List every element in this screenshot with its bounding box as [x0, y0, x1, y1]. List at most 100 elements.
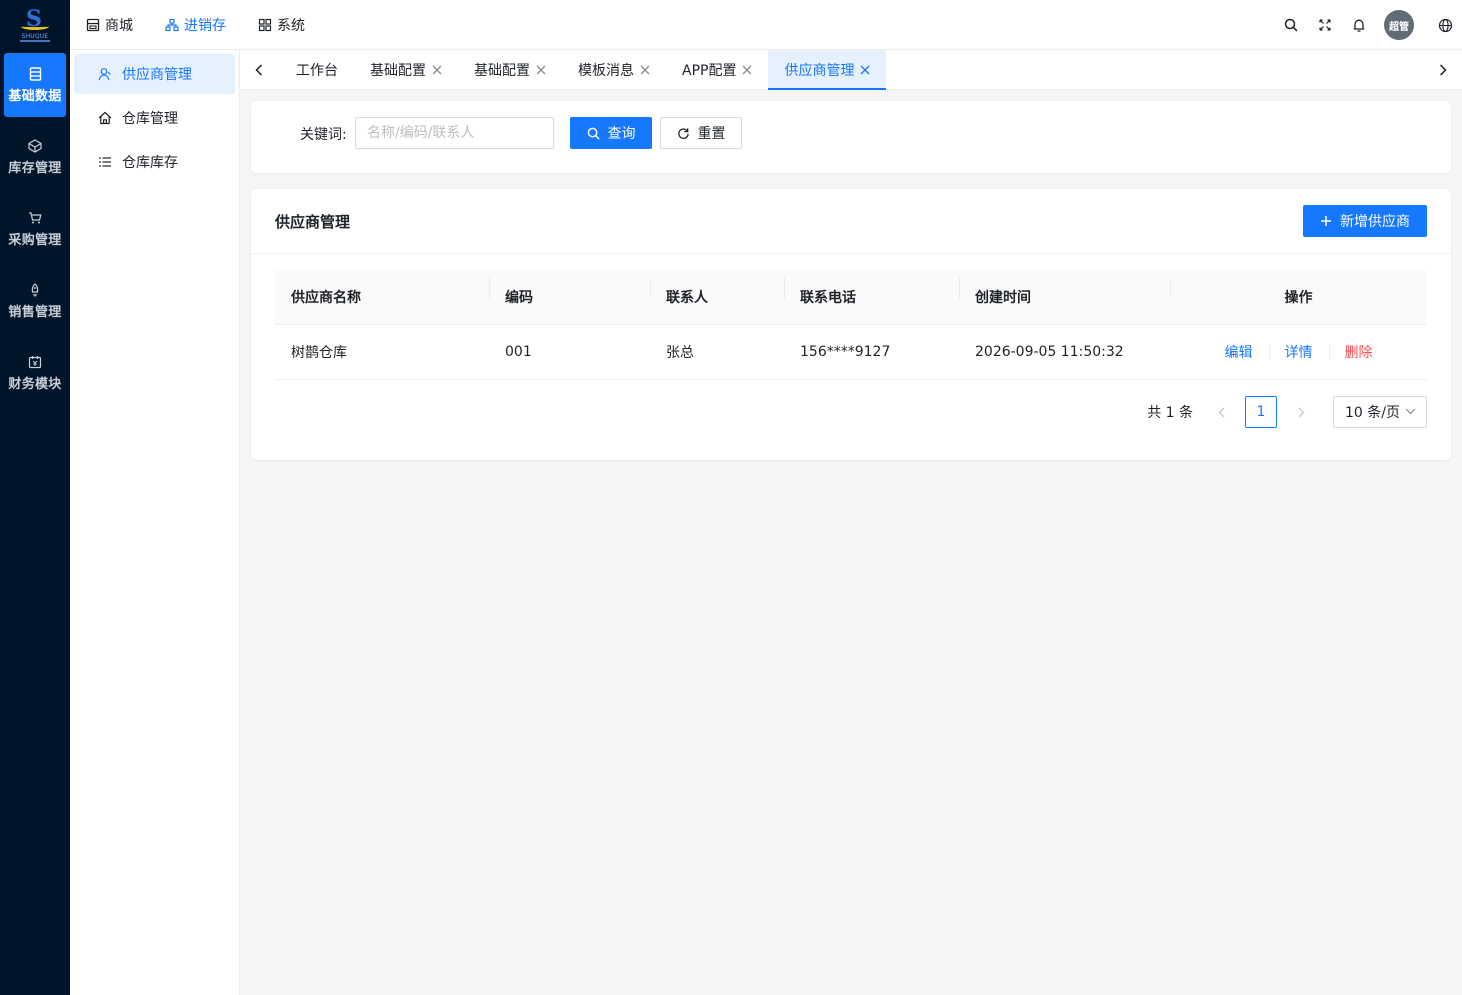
plus-icon — [1321, 216, 1331, 226]
divider — [251, 253, 1451, 254]
subnav-item-stock[interactable]: 仓库库存 — [74, 142, 235, 182]
prev-page-button[interactable] — [1205, 396, 1237, 428]
rail-item-label: 财务模块 — [8, 377, 62, 392]
query-label: 查询 — [607, 126, 636, 142]
detail-link[interactable]: 详情 — [1268, 342, 1329, 362]
topnav-label: 系统 — [277, 18, 305, 34]
language-button[interactable] — [1428, 18, 1462, 33]
reset-label: 重置 — [697, 126, 726, 142]
subnav-item-warehouse[interactable]: 仓库管理 — [74, 98, 235, 138]
rail-item-sales[interactable]: 销售管理 — [4, 269, 66, 333]
close-icon[interactable] — [742, 65, 752, 75]
chevron-left-icon — [1218, 407, 1224, 417]
globe-icon — [1438, 18, 1452, 32]
brand-logo[interactable]: S SHUQUE — [0, 0, 70, 50]
fullscreen-button[interactable] — [1308, 18, 1342, 32]
page-size-value: 10 条/页 — [1345, 405, 1400, 421]
header-search-button[interactable] — [1274, 18, 1308, 32]
column-header-contact: 联系人 — [650, 277, 784, 307]
rail-item-inventory[interactable]: 库存管理 — [4, 125, 66, 189]
topnav-item-erp[interactable]: 进销存 — [165, 15, 226, 35]
edit-link[interactable]: 编辑 — [1209, 342, 1269, 362]
home-icon — [98, 111, 112, 125]
user-icon — [98, 68, 111, 81]
avatar[interactable]: 超管 — [1384, 10, 1414, 40]
rail-item-label: 库存管理 — [8, 161, 62, 176]
tab-basic-config-1[interactable]: 基础配置 — [354, 50, 458, 90]
app-icon — [258, 18, 272, 32]
topnav-item-shop[interactable]: 商城 — [86, 15, 133, 35]
tab-label: 供应商管理 — [784, 63, 855, 79]
delete-link[interactable]: 删除 — [1328, 342, 1389, 362]
column-header-created: 创建时间 — [959, 277, 1170, 307]
keyword-label: 关键词: — [300, 127, 347, 143]
logo-icon: S SHUQUE — [20, 6, 50, 42]
keyword-input[interactable] — [355, 117, 554, 149]
page-title: 供应商管理 — [275, 213, 351, 231]
topnav-label: 商城 — [105, 18, 133, 34]
tab-label: 模板消息 — [578, 63, 634, 79]
add-supplier-button[interactable]: 新增供应商 — [1303, 205, 1427, 237]
subnav-item-supplier[interactable]: 供应商管理 — [74, 54, 235, 94]
list-icon — [99, 157, 111, 167]
top-nav: 商城 进销存 系统 — [86, 0, 337, 50]
tab-basic-config-2[interactable]: 基础配置 — [458, 50, 562, 90]
tab-label: 基础配置 — [474, 63, 530, 79]
notification-button[interactable] — [1342, 18, 1376, 33]
query-button[interactable]: 查询 — [570, 117, 652, 149]
cell-phone: 156****9127 — [800, 344, 891, 360]
tab-label: APP配置 — [682, 63, 737, 79]
page-number-button[interactable]: 1 — [1245, 396, 1277, 428]
reset-button[interactable]: 重置 — [660, 117, 742, 149]
search-panel: 关键词: 查询 重置 — [251, 101, 1451, 173]
primary-rail: S SHUQUE 基础数据 库存管理 采购管理 销售管理 财务模块 — [0, 0, 70, 995]
cart-icon — [4, 211, 66, 225]
sub-sidebar: 供应商管理 仓库管理 仓库库存 — [70, 50, 240, 995]
cell-created-time: 2026-09-05 11:50:32 — [975, 344, 1124, 360]
table-row: 树鹊仓库 001 张总 156****9127 2026-09-05 11:50… — [275, 325, 1427, 380]
page-size-select[interactable]: 10 条/页 — [1333, 396, 1427, 428]
tab-label: 基础配置 — [370, 63, 426, 79]
tab-label: 工作台 — [296, 63, 338, 79]
chevron-down-icon — [1405, 408, 1416, 415]
tab-template-message[interactable]: 模板消息 — [562, 50, 666, 90]
finance-icon — [4, 355, 66, 369]
cell-actions: 编辑 详情 删除 — [1170, 342, 1427, 362]
table-header: 供应商名称 编码 联系人 联系电话 创建时间 操作 — [275, 270, 1427, 325]
search-icon — [1284, 18, 1298, 32]
bell-icon — [1353, 19, 1365, 32]
subnav-label: 供应商管理 — [122, 67, 192, 83]
supplier-list-panel: 供应商管理 新增供应商 供应商名称 编码 联系人 联系电话 创建时间 操作 树鹊… — [251, 189, 1451, 460]
next-page-button[interactable] — [1285, 396, 1317, 428]
subnav-label: 仓库管理 — [122, 111, 178, 127]
column-header-name: 供应商名称 — [291, 290, 361, 306]
tab-app-config[interactable]: APP配置 — [666, 50, 768, 90]
tabs-scroll-left-button[interactable] — [240, 50, 278, 90]
page-tabs: 工作台 基础配置 基础配置 模板消息 APP配置 供应商管理 — [240, 50, 1462, 90]
close-icon[interactable] — [536, 65, 546, 75]
header-actions: 超管 — [1274, 0, 1462, 50]
database-icon — [4, 67, 66, 81]
tab-workbench[interactable]: 工作台 — [280, 50, 354, 90]
fullscreen-icon — [1319, 19, 1331, 31]
cluster-icon — [165, 18, 179, 32]
rail-item-basic-data[interactable]: 基础数据 — [4, 53, 66, 117]
rail-item-label: 采购管理 — [8, 233, 62, 248]
topnav-item-system[interactable]: 系统 — [258, 15, 305, 35]
rail-item-finance[interactable]: 财务模块 — [4, 341, 66, 405]
tab-supplier-management[interactable]: 供应商管理 — [768, 50, 887, 90]
column-header-phone: 联系电话 — [784, 277, 959, 307]
close-icon[interactable] — [432, 65, 442, 75]
column-header-actions: 操作 — [1170, 277, 1427, 307]
close-icon[interactable] — [860, 65, 870, 75]
topnav-label: 进销存 — [184, 18, 226, 34]
cell-contact: 张总 — [666, 345, 694, 361]
cube-icon — [4, 139, 66, 153]
subnav-label: 仓库库存 — [122, 155, 178, 171]
close-icon[interactable] — [640, 65, 650, 75]
rail-item-label: 销售管理 — [8, 305, 62, 320]
chevron-right-icon — [1439, 64, 1447, 76]
rail-item-purchase[interactable]: 采购管理 — [4, 197, 66, 261]
tabs-scroll-right-button[interactable] — [1424, 50, 1462, 90]
supplier-table: 供应商名称 编码 联系人 联系电话 创建时间 操作 树鹊仓库 001 张总 15… — [275, 270, 1427, 380]
